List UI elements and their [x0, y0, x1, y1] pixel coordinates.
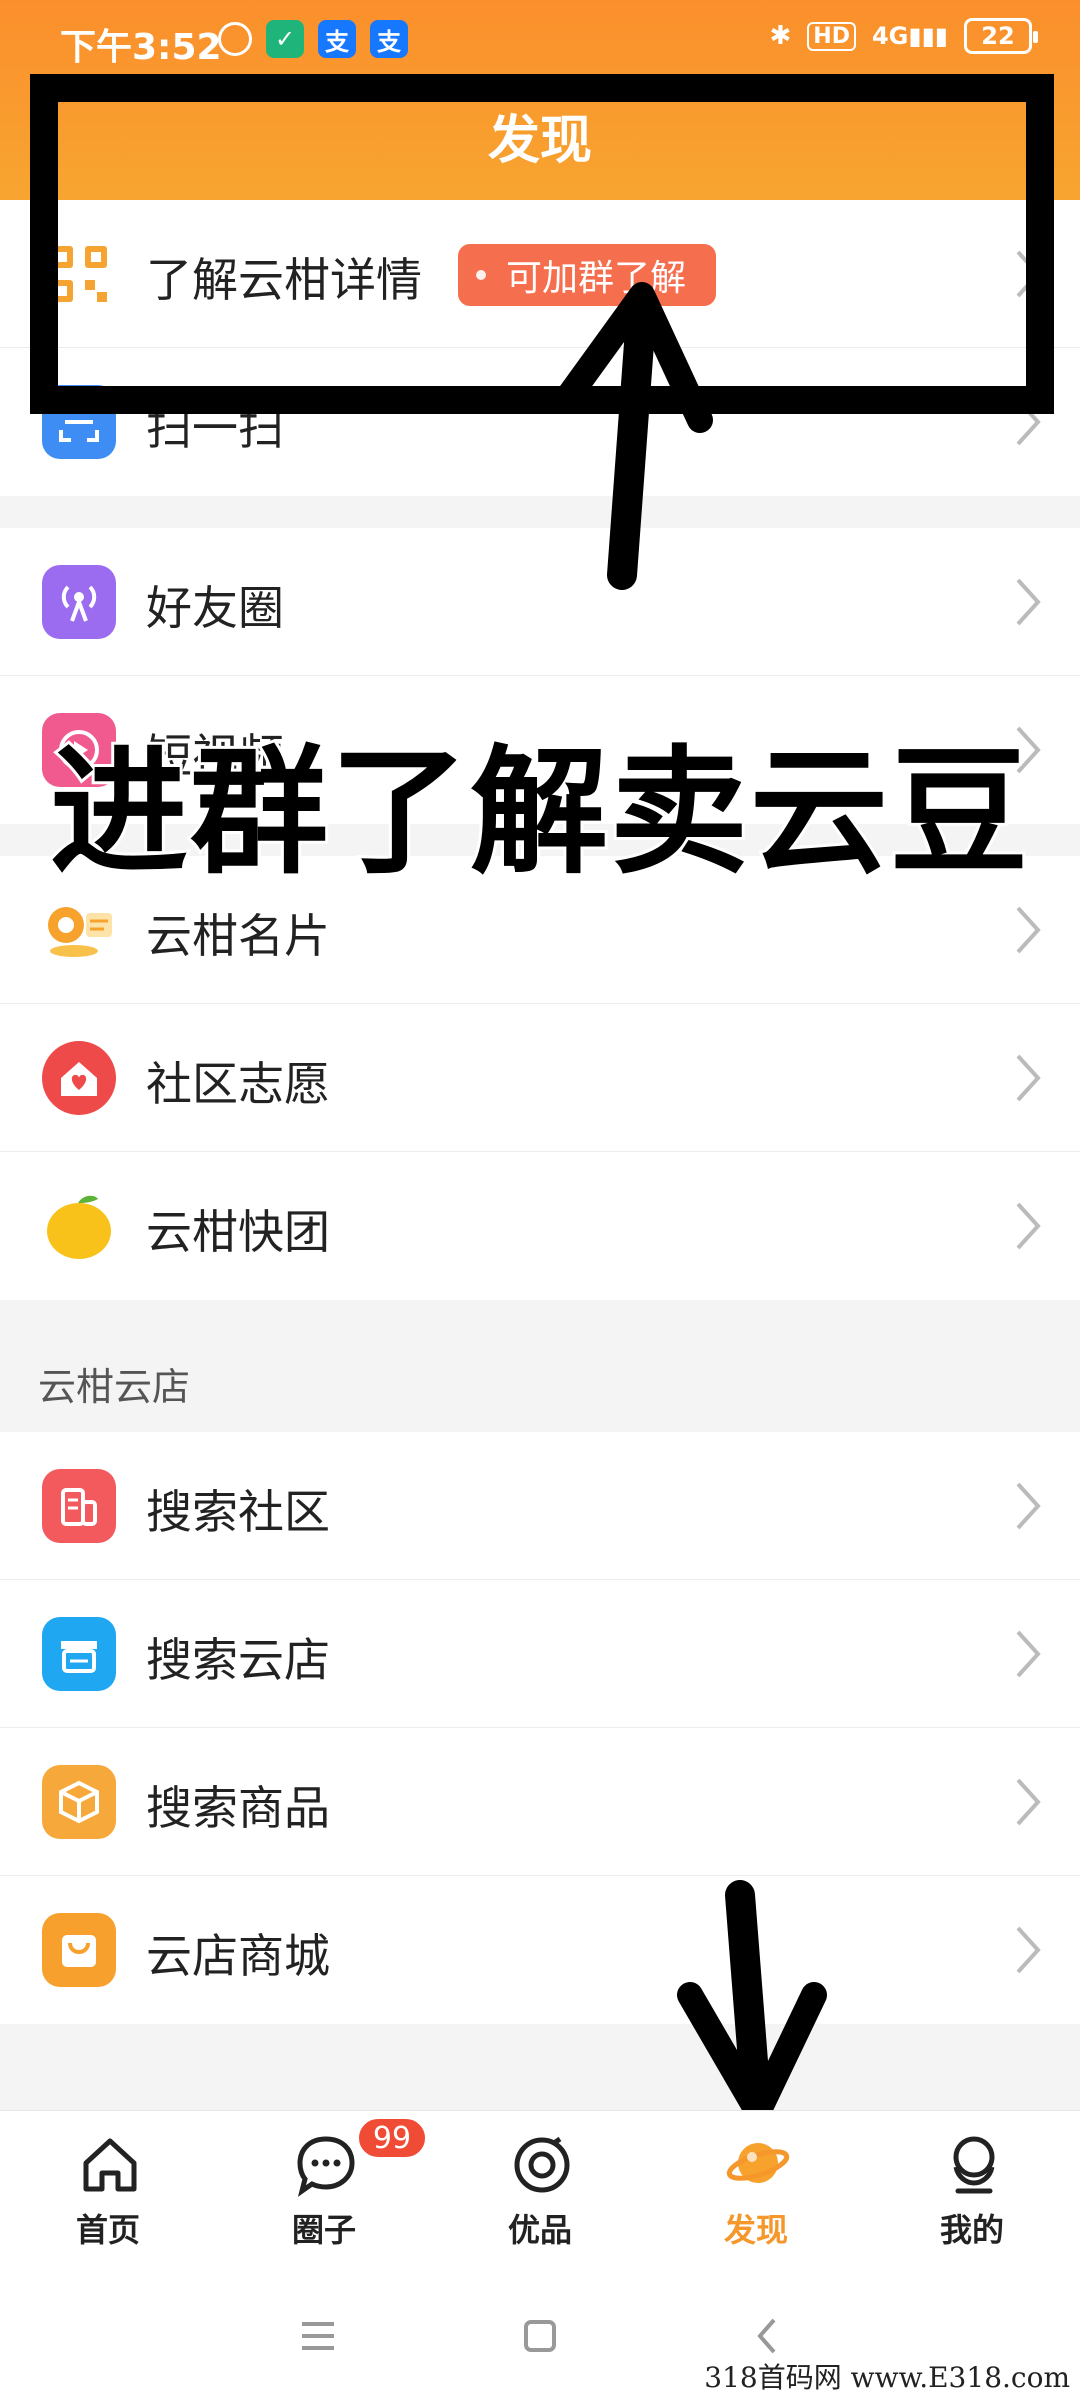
chevron-right-icon — [1016, 578, 1041, 626]
planet-icon — [726, 2143, 790, 2183]
menu-item-community-volunteer[interactable]: 社区志愿 — [0, 1004, 1080, 1152]
tab-discover[interactable]: 发现 — [648, 2111, 864, 2271]
building-icon — [42, 1469, 116, 1543]
chevron-right-icon — [1016, 1926, 1041, 1974]
menu-item-label: 搜索社区 — [146, 1485, 330, 1539]
chevron-right-icon — [1016, 1054, 1041, 1102]
orange-icon — [42, 1189, 116, 1263]
shield-icon: ✓ — [266, 20, 304, 58]
tab-label: 首页 — [75, 2211, 140, 2249]
tab-label: 发现 — [723, 2211, 788, 2249]
menu-item-search-goods[interactable]: 搜索商品 — [0, 1728, 1080, 1876]
box-icon — [42, 1765, 116, 1839]
tab-quality-goods[interactable]: 优品 — [432, 2111, 648, 2271]
alarm-icon — [218, 22, 252, 56]
menu-item-label: 云店商城 — [146, 1929, 330, 1983]
highlight-frame — [30, 74, 1054, 414]
alipay-icon: 支 — [318, 20, 356, 58]
system-nav-bar: 318首码网 www.E318.com — [0, 2270, 1080, 2400]
menu-item-search-community[interactable]: 搜索社区 — [0, 1432, 1080, 1580]
hd-icon: HD — [807, 21, 856, 51]
status-system-icons: ✱ HD 4G▮▮▮ 22 — [769, 18, 1038, 54]
status-time: 下午3:52 — [60, 27, 222, 68]
menu-group-3: 云柑名片 社区志愿 云柑快团 — [0, 856, 1080, 1300]
chevron-right-icon — [1016, 906, 1041, 954]
watermark: 318首码网 www.E318.com — [704, 2361, 1070, 2394]
chevron-right-icon — [1016, 1482, 1041, 1530]
battery-level: 22 — [981, 22, 1015, 50]
unread-badge: 99 — [356, 2116, 428, 2160]
menu-item-label: 搜索云店 — [146, 1633, 330, 1687]
signal-icon: 4G▮▮▮ — [871, 22, 948, 50]
status-bar: 下午3:52 ✓ 支 支 ✱ HD 4G▮▮▮ 22 — [0, 0, 1080, 80]
tab-label: 我的 — [939, 2211, 1004, 2249]
menu-item-friends-circle[interactable]: 好友圈 — [0, 528, 1080, 676]
menu-item-label: 社区志愿 — [146, 1057, 330, 1111]
menu-item-search-store[interactable]: 搜索云店 — [0, 1580, 1080, 1728]
menu-item-label: 搜索商品 — [146, 1781, 330, 1835]
menu-group-store: 搜索社区 搜索云店 搜索商品 云店商城 — [0, 1432, 1080, 2024]
menu-item-label: 云柑快团 — [146, 1205, 330, 1259]
menu-item-quick-group[interactable]: 云柑快团 — [0, 1152, 1080, 1300]
business-card-icon — [42, 893, 116, 967]
menu-item-store-mall[interactable]: 云店商城 — [0, 1876, 1080, 2024]
home-icon — [83, 2138, 137, 2192]
chevron-right-icon — [1016, 1778, 1041, 1826]
bottom-tab-bar: 首页 圈子 优品 发现 我的 — [0, 2110, 1080, 2270]
chat-bubble-icon — [297, 2136, 355, 2197]
menu-item-label: 好友圈 — [146, 581, 284, 635]
broadcast-icon — [42, 565, 116, 639]
menu-icon[interactable] — [288, 2306, 348, 2366]
heart-house-icon — [42, 1041, 116, 1115]
network-type: 4G — [871, 22, 909, 50]
home-button-icon[interactable] — [510, 2306, 570, 2366]
section-label-store: 云柑云店 — [38, 1365, 191, 1409]
status-notification-icons: ✓ 支 支 — [218, 20, 408, 58]
battery-icon: 22 — [964, 18, 1038, 54]
shopping-bag-icon — [42, 1913, 116, 1987]
bluetooth-icon: ✱ — [769, 21, 792, 51]
profile-icon — [953, 2136, 995, 2194]
menu-item-label: 云柑名片 — [146, 909, 330, 963]
storefront-icon — [42, 1617, 116, 1691]
tab-mine[interactable]: 我的 — [864, 2111, 1080, 2271]
chevron-right-icon — [1016, 1630, 1041, 1678]
chevron-right-icon — [1016, 1202, 1041, 1250]
overlay-caption: 进群了解卖云豆 — [47, 729, 1031, 896]
ring-icon — [514, 2136, 570, 2193]
tab-label: 圈子 — [291, 2211, 356, 2249]
tab-label: 优品 — [507, 2211, 572, 2249]
tab-home[interactable]: 首页 — [0, 2111, 216, 2271]
alipay-icon: 支 — [370, 20, 408, 58]
